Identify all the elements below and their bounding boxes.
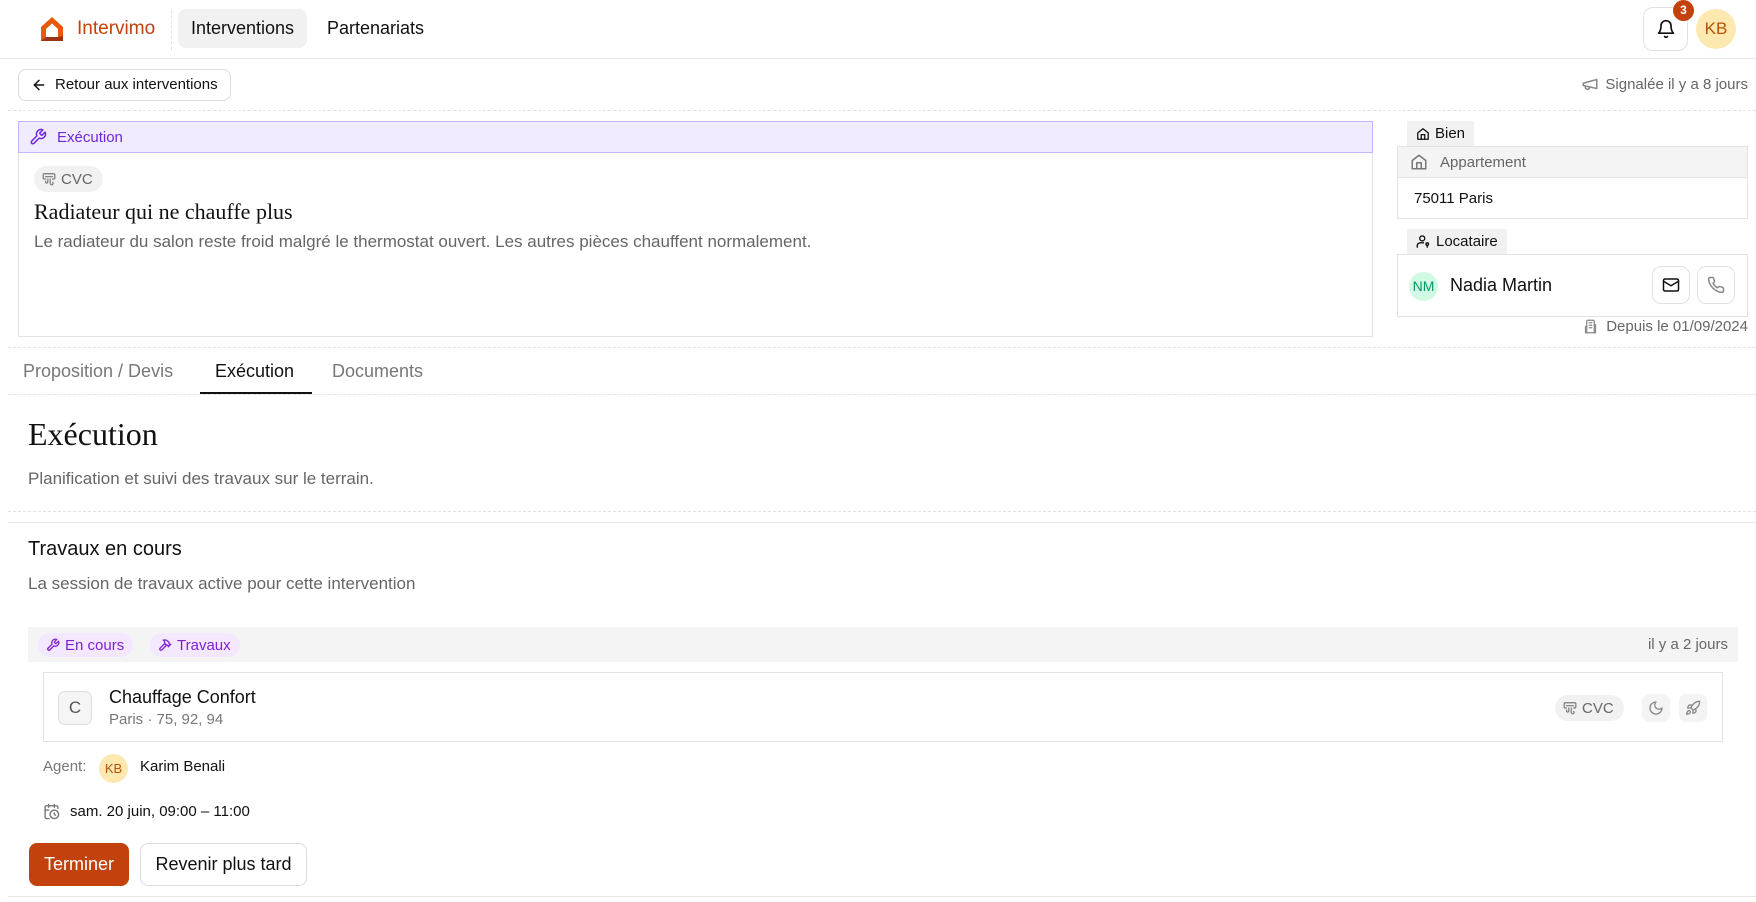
type-label: Travaux — [177, 636, 231, 654]
property-section-label: Bien — [1407, 121, 1475, 146]
brand-name[interactable]: Intervimo — [77, 18, 155, 40]
rocket-icon — [1686, 700, 1701, 715]
back-to-interventions-button[interactable]: Retour aux interventions — [18, 69, 231, 101]
tenant-card: NM Nadia Martin — [1397, 254, 1748, 317]
tenant-since-text: Depuis le 01/09/2024 — [1606, 318, 1748, 335]
divider — [8, 110, 1756, 111]
calendar-clock-icon — [44, 803, 60, 820]
nav-tab-interventions[interactable]: Interventions — [178, 9, 308, 48]
finish-button[interactable]: Terminer — [29, 843, 129, 886]
contractor-category-label: CVC — [1582, 699, 1614, 717]
intervention-title: Radiateur qui ne chauffe plus — [34, 199, 293, 224]
work-session-header: En cours Travaux il y a 2 jours — [28, 627, 1738, 662]
property-type: Appartement — [1440, 153, 1526, 171]
tenant-name[interactable]: Nadia Martin — [1450, 275, 1552, 296]
agent-label: Agent: — [43, 758, 87, 775]
reported-info: Signalée il y a 8 jours — [1581, 75, 1748, 93]
mail-icon — [1662, 278, 1680, 292]
type-badge: Travaux — [150, 633, 240, 657]
rocket-button[interactable] — [1679, 694, 1707, 722]
call-tenant-button[interactable] — [1697, 266, 1735, 304]
tab-execution[interactable]: Exécution — [215, 361, 294, 382]
notification-count-badge: 3 — [1673, 0, 1694, 21]
tenant-label: Locataire — [1436, 233, 1498, 250]
tenant-since: Depuis le 01/09/2024 — [1583, 318, 1748, 335]
category-chip: CVC — [34, 166, 103, 192]
section-title: Exécution — [28, 416, 158, 452]
bell-icon — [1657, 19, 1675, 39]
email-tenant-button[interactable] — [1652, 266, 1690, 304]
tenant-section-label: Locataire — [1407, 229, 1507, 254]
category-label: CVC — [61, 170, 93, 188]
top-navigation: Intervimo Interventions Partenariats 3 K… — [0, 0, 1756, 59]
user-key-icon — [1416, 235, 1430, 248]
phase-banner: Exécution — [18, 121, 1373, 153]
arrow-left-icon — [33, 79, 45, 91]
air-vent-icon — [1563, 702, 1577, 715]
property-label: Bien — [1435, 125, 1466, 142]
divider — [8, 896, 1756, 897]
back-button-label: Retour aux interventions — [55, 76, 218, 93]
works-title: Travaux en cours — [28, 538, 182, 560]
divider — [8, 394, 1756, 395]
session-time: il y a 2 jours — [1647, 636, 1728, 653]
contractor-location: Paris · 75, 92, 94 — [109, 711, 224, 728]
home-icon — [1411, 154, 1427, 170]
tenant-avatar: NM — [1409, 272, 1438, 301]
tab-documents[interactable]: Documents — [332, 361, 423, 382]
hammer-icon — [159, 639, 172, 651]
divider — [8, 347, 1756, 348]
reported-text: Signalée il y a 8 jours — [1605, 75, 1748, 93]
agent-avatar: KB — [99, 754, 128, 783]
moon-icon — [1649, 701, 1663, 715]
schedule-text: sam. 20 juin, 09:00 – 11:00 — [70, 803, 250, 820]
intervention-card: Exécution CVC Radiateur qui ne chauffe p… — [18, 121, 1373, 337]
megaphone-icon — [1582, 78, 1598, 90]
status-badge: En cours — [38, 633, 134, 657]
home-icon — [1417, 127, 1429, 140]
contractor-avatar: C — [58, 691, 92, 725]
phone-icon — [1707, 276, 1725, 294]
schedule-row: sam. 20 juin, 09:00 – 11:00 — [43, 803, 250, 820]
contractor-category-chip: CVC — [1555, 695, 1624, 721]
property-type-row: Appartement — [1398, 147, 1747, 178]
moon-button[interactable] — [1642, 694, 1670, 722]
tab-proposition-devis[interactable]: Proposition / Devis — [23, 361, 173, 382]
nav-tab-partenariats[interactable]: Partenariats — [314, 9, 437, 48]
intervention-description: Le radiateur du salon reste froid malgré… — [34, 232, 812, 251]
user-avatar[interactable]: KB — [1696, 9, 1736, 49]
property-card: Appartement 75011 Paris — [1397, 146, 1748, 219]
nav-divider — [171, 10, 172, 50]
building-icon — [1585, 319, 1597, 334]
brand-logo-icon[interactable] — [38, 14, 66, 44]
divider — [8, 511, 1756, 512]
wrench-icon — [30, 128, 47, 145]
works-subtitle: La session de travaux active pour cette … — [28, 574, 416, 593]
come-back-later-button[interactable]: Revenir plus tard — [140, 843, 307, 886]
air-vent-icon — [42, 173, 56, 186]
agent-name: Karim Benali — [140, 758, 226, 775]
wrench-icon — [47, 638, 60, 651]
property-address: 75011 Paris — [1414, 190, 1493, 207]
phase-label: Exécution — [57, 128, 123, 146]
contractor-card[interactable]: C Chauffage Confort Paris · 75, 92, 94 C… — [43, 672, 1723, 742]
status-label: En cours — [65, 636, 125, 654]
contractor-name: Chauffage Confort — [109, 687, 256, 707]
section-subtitle: Planification et suivi des travaux sur l… — [28, 469, 374, 488]
